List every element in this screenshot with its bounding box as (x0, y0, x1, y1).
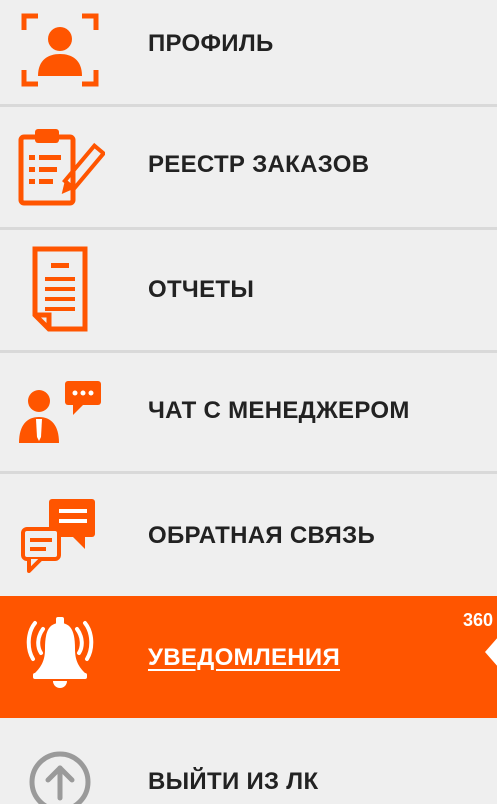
menu-item-order-registry[interactable]: РЕЕСТР ЗАКАЗОВ (0, 107, 497, 227)
menu-item-label: ОТЧЕТЫ (148, 276, 255, 303)
feedback-icon (14, 494, 106, 580)
menu-item-label: РЕЕСТР ЗАКАЗОВ (148, 151, 370, 178)
menu-item-notifications[interactable]: УВЕДОМЛЕНИЯ 360 (0, 596, 497, 718)
menu-item-label: ВЫЙТИ ИЗ ЛК (148, 768, 319, 795)
logout-icon (14, 740, 106, 804)
order-registry-icon (14, 123, 106, 211)
menu-item-label: ПРОФИЛЬ (148, 30, 274, 57)
bell-icon (14, 610, 106, 698)
profile-icon (14, 10, 106, 90)
menu-item-profile[interactable]: ПРОФИЛЬ (0, 0, 497, 104)
menu-item-manager-chat[interactable]: ЧАТ С МЕНЕДЖЕРОМ (0, 353, 497, 471)
side-menu: ПРОФИЛЬ РЕЕСТР ЗАКАЗОВ ОТЧЕТЫ ЧАТ С МЕНЕ… (0, 0, 497, 804)
reports-icon (14, 244, 106, 334)
menu-item-logout[interactable]: ВЫЙТИ ИЗ ЛК (0, 718, 497, 804)
active-indicator (485, 636, 497, 668)
menu-item-feedback[interactable]: ОБРАТНАЯ СВЯЗЬ (0, 474, 497, 596)
menu-item-label: УВЕДОМЛЕНИЯ (148, 644, 341, 671)
menu-item-reports[interactable]: ОТЧЕТЫ (0, 230, 497, 350)
menu-item-label: ОБРАТНАЯ СВЯЗЬ (148, 522, 375, 549)
manager-chat-icon (14, 373, 106, 453)
notification-count-badge: 360 (462, 610, 493, 630)
menu-item-label: ЧАТ С МЕНЕДЖЕРОМ (148, 397, 410, 424)
